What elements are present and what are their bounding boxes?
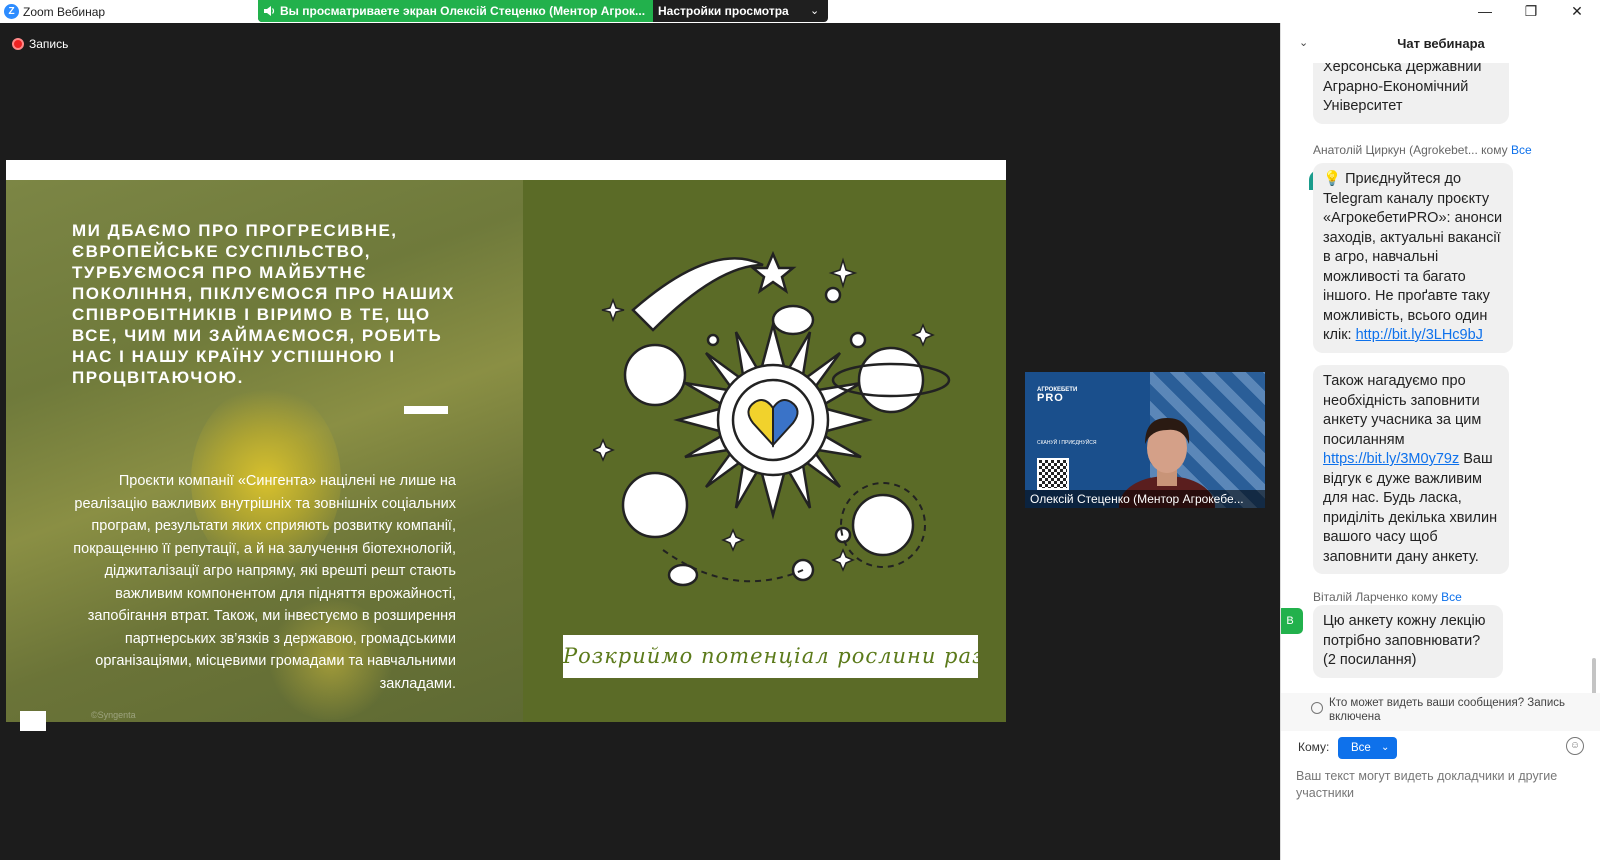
shared-screen-slide: Ми дбаємо про прогресивне, європейське с… <box>6 160 1006 731</box>
message-text: Також нагадуємо про необхідність заповни… <box>1323 373 1482 448</box>
chat-visibility-note[interactable]: Кто может видеть ваши сообщения? Запись … <box>1281 693 1600 731</box>
slide-corner-box <box>20 711 46 731</box>
sender-name: Анатолій Циркун (Agrokebet... <box>1313 143 1478 157</box>
slide-top-strip <box>6 160 1006 180</box>
recipient-row: Кому: Все ⌄ ☺ <box>1281 735 1600 761</box>
chat-message: Цю анкету кожну лекцію потрібно заповнюв… <box>1313 605 1503 678</box>
participant-name: Олексій Стеценко (Ментор Агрокебе... <box>1025 490 1265 508</box>
slide-headline: Ми дбаємо про прогресивне, європейське с… <box>72 221 455 387</box>
brand-line2: PRO <box>1037 392 1064 404</box>
slide-body-text: Проєкти компанії «Сингента» націлені не … <box>73 473 456 692</box>
close-button[interactable]: ✕ <box>1555 0 1599 22</box>
qr-code-icon <box>1037 458 1069 490</box>
slide-left-panel: Ми дбаємо про прогресивне, європейське с… <box>6 180 523 731</box>
minimize-button[interactable]: — <box>1463 0 1507 22</box>
screen-share-banner: Вы просматриваете экран Олексій Стеценко… <box>258 0 828 22</box>
recipient-label: Кому: <box>1298 740 1330 754</box>
chat-scrollbar[interactable] <box>1592 63 1596 726</box>
recipient-select[interactable]: Все ⌄ <box>1338 737 1397 759</box>
window-title: Zoom Вебинар <box>23 5 106 19</box>
emoji-button[interactable]: ☺ <box>1566 737 1584 755</box>
message-meta: Віталій Ларченко кому Все <box>1313 590 1462 604</box>
message-text: 💡 Приєднуйтеся до Telegram каналу проєкт… <box>1323 171 1503 343</box>
message-meta: Анатолій Циркун (Agrokebet... кому Все <box>1313 143 1532 157</box>
chat-header: ⌄ Чат вебинара <box>1281 23 1600 63</box>
recording-label: Запись <box>29 37 69 51</box>
recipient-all[interactable]: Все <box>1441 590 1462 604</box>
slide-slogan: Розкриймо потенціал рослини разом <box>563 635 978 678</box>
share-status: Вы просматриваете экран Олексій Стеценко… <box>258 0 653 22</box>
message-text: Цю анкету кожну лекцію потрібно заповнюв… <box>1323 613 1486 668</box>
share-status-text: Вы просматриваете экран Олексій Стеценко… <box>280 4 646 18</box>
user-icon <box>1311 702 1323 714</box>
message-text-after: Ваш відгук є дуже важливим для нас. Будь… <box>1323 451 1498 565</box>
chat-message: 💡 Приєднуйтеся до Telegram каналу проєкт… <box>1313 163 1513 353</box>
participant-video-tile[interactable]: АГРОКЕБЕТИ PRO СКАНУЙ І ПРИЄДНУЙСЯ Олекс… <box>1025 372 1265 508</box>
message-link[interactable]: http://bit.ly/3LHc9bJ <box>1356 327 1483 343</box>
chat-message: Також нагадуємо про необхідність заповни… <box>1313 365 1509 574</box>
chat-input[interactable] <box>1296 768 1591 818</box>
view-settings-button[interactable]: Настройки просмотра <box>658 0 793 22</box>
message-link[interactable]: https://bit.ly/3M0y79z <box>1323 451 1459 467</box>
recipient-all[interactable]: Все <box>1511 143 1532 157</box>
scan-text: СКАНУЙ І ПРИЄДНУЙСЯ <box>1037 440 1097 446</box>
message-text: Херсонська Державний Аграрно-Економічний… <box>1323 63 1482 114</box>
slide-watermark: ©Syngenta <box>91 710 136 720</box>
restore-button[interactable]: ❐ <box>1509 0 1553 22</box>
chat-message-list[interactable]: Херсонська Державний Аграрно-Економічний… <box>1281 63 1600 713</box>
chat-panel: ⌄ Чат вебинара Херсонська Державний Агра… <box>1280 23 1600 860</box>
brand-logo: АГРОКЕБЕТИ PRO <box>1037 386 1077 404</box>
record-icon <box>12 38 24 50</box>
cosmos-illustration <box>593 250 951 587</box>
slide-divider <box>404 406 448 414</box>
slide-right-panel: Розкриймо потенціал рослини разом <box>523 180 1006 722</box>
zoom-logo-icon: Z <box>4 4 19 19</box>
speaker-icon <box>264 6 275 16</box>
chat-title: Чат вебинара <box>1397 36 1485 51</box>
visibility-note-text: Кто может видеть ваши сообщения? Запись … <box>1329 697 1566 723</box>
avatar: В <box>1281 608 1303 634</box>
sender-name: Віталій Ларченко <box>1313 590 1408 604</box>
chevron-down-icon[interactable]: ⌄ <box>810 4 819 17</box>
recording-indicator[interactable]: Запись <box>12 36 68 52</box>
recipient-select-value: Все <box>1351 742 1371 754</box>
chat-message: Херсонська Державний Аграрно-Економічний… <box>1313 63 1509 124</box>
chevron-down-icon: ⌄ <box>1381 742 1390 753</box>
recipient-label: кому <box>1411 590 1438 604</box>
recipient-label: кому <box>1481 143 1508 157</box>
